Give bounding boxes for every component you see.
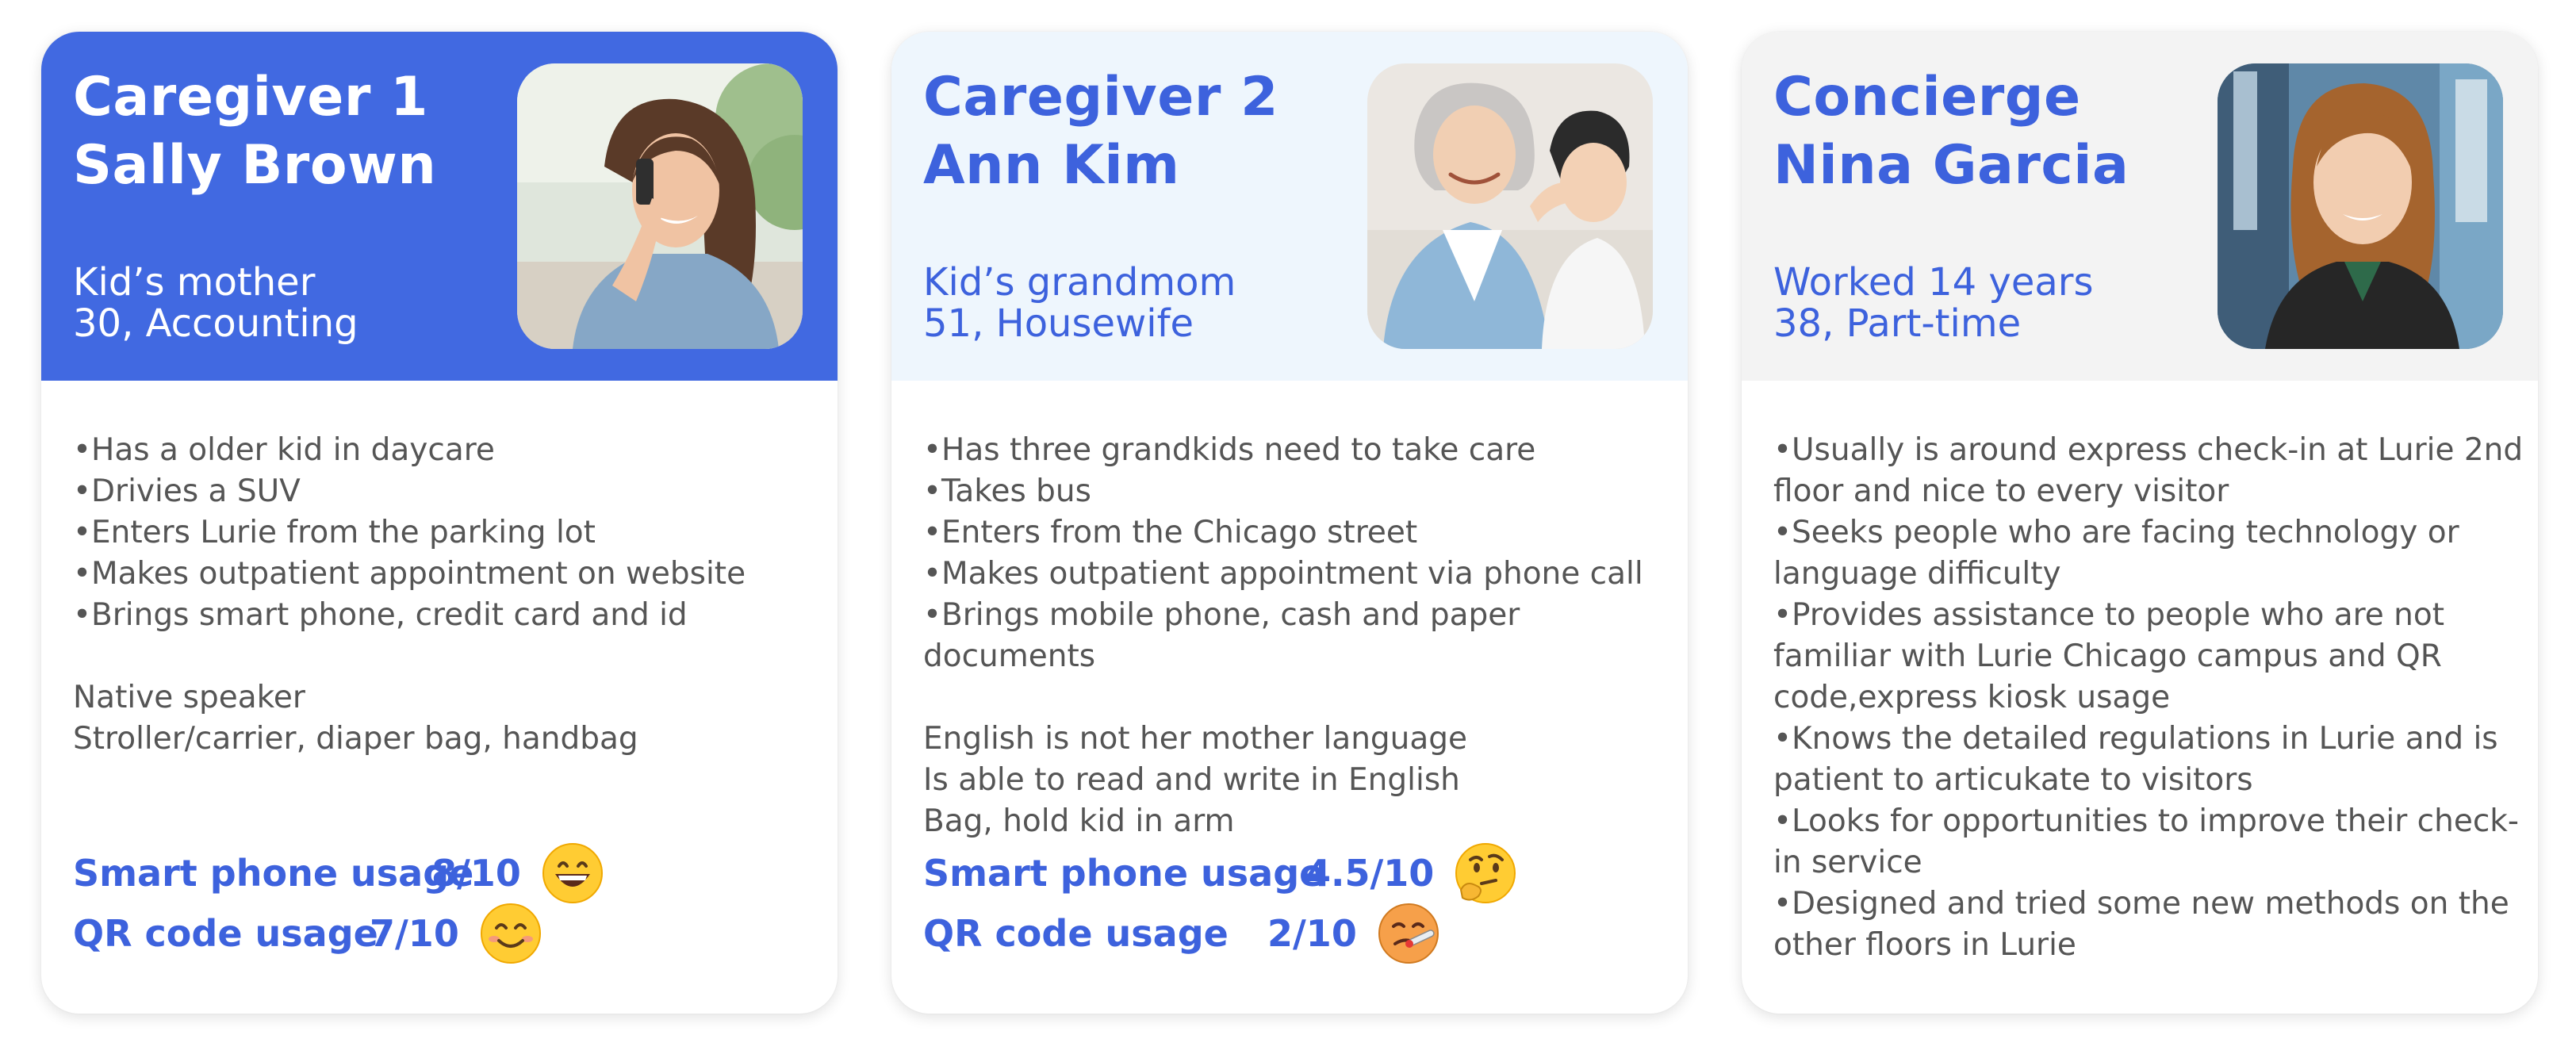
persona-relation: Kid’s grandmom xyxy=(923,260,1236,305)
persona-subtitle: Kid’s grandmom 51, Housewife xyxy=(923,262,1236,344)
persona-description: •Has three grandkids need to take care •… xyxy=(923,430,1653,842)
usage-score: 7/10 xyxy=(370,912,459,955)
usage-label: QR code usage xyxy=(73,912,378,955)
persona-age-occupation: 30, Accounting xyxy=(73,301,358,346)
persona-age-occupation: 38, Part-time xyxy=(1773,301,2022,346)
bullet-item: familiar with Lurie Chicago campus and Q… xyxy=(1773,638,2442,674)
bullet-item: •Enters Lurie from the parking lot xyxy=(73,515,596,550)
bullet-item: •Brings mobile phone, cash and paper xyxy=(923,597,1520,633)
persona-role: Concierge xyxy=(1773,66,2081,128)
persona-card-concierge: Concierge Nina Garcia Worked 14 years 38… xyxy=(1742,32,2538,1014)
usage-label: Smart phone usage xyxy=(923,852,1324,895)
bullet-item: in service xyxy=(1773,845,1922,880)
bullet-item: •Provides assistance to people who are n… xyxy=(1773,597,2445,633)
qr-code-usage-rating: QR code usage 2/10 xyxy=(923,898,1439,969)
persona-age-occupation: 51, Housewife xyxy=(923,301,1194,346)
usage-score: 2/10 xyxy=(1267,912,1357,955)
usage-label: Smart phone usage xyxy=(73,852,474,895)
bullet-item: documents xyxy=(923,638,1096,674)
bullet-item: patient to articukate to visitors xyxy=(1773,762,2253,798)
persona-card-caregiver-1: Caregiver 1 Sally Brown Kid’s mother 30,… xyxy=(41,32,838,1014)
persona-role: Caregiver 1 xyxy=(73,66,428,128)
persona-title: Concierge Nina Garcia xyxy=(1773,63,2129,200)
usage-score: 8/10 xyxy=(431,852,521,895)
bullet-item: •Brings smart phone, credit card and id xyxy=(73,597,688,633)
persona-description: •Usually is around express check-in at L… xyxy=(1773,430,2524,966)
grinning-face-icon xyxy=(542,842,604,904)
persona-card-caregiver-2: Caregiver 2 Ann Kim Kid’s grandmom 51, H… xyxy=(891,32,1688,1014)
bullet-item: •Seeks people who are facing technology … xyxy=(1773,515,2459,550)
bullet-item: •Makes outpatient appointment on website xyxy=(73,556,746,592)
persona-title: Caregiver 1 Sally Brown xyxy=(73,63,436,200)
persona-name: Nina Garcia xyxy=(1773,134,2129,197)
persona-subtitle: Kid’s mother 30, Accounting xyxy=(73,262,358,344)
grandmother-and-child-photo xyxy=(1367,63,1653,349)
bullet-item: •Designed and tried some new methods on … xyxy=(1773,886,2509,922)
note-item: Is able to read and write in English xyxy=(923,762,1460,798)
bullet-item: •Drivies a SUV xyxy=(73,473,301,509)
persona-role: Caregiver 2 xyxy=(923,66,1278,128)
persona-name: Sally Brown xyxy=(73,134,437,197)
persona-subtitle: Worked 14 years 38, Part-time xyxy=(1773,262,2094,344)
bullet-item: •Enters from the Chicago street xyxy=(923,515,1418,550)
bullet-item: •Makes outpatient appointment via phone … xyxy=(923,556,1643,592)
card-header: Caregiver 2 Ann Kim Kid’s grandmom 51, H… xyxy=(891,32,1688,381)
bullet-item: code,express kiosk usage xyxy=(1773,680,2171,715)
qr-code-usage-rating: QR code usage 7/10 xyxy=(73,898,542,969)
usage-label: QR code usage xyxy=(923,912,1229,955)
card-header: Concierge Nina Garcia Worked 14 years 38… xyxy=(1742,32,2538,381)
bullet-item: floor and nice to every visitor xyxy=(1773,473,2229,509)
note-item: Stroller/carrier, diaper bag, handbag xyxy=(73,721,638,757)
woman-on-phone-photo xyxy=(517,63,803,349)
persona-title: Caregiver 2 Ann Kim xyxy=(923,63,1278,200)
businesswoman-portrait-photo xyxy=(2218,63,2503,349)
note-item: English is not her mother language xyxy=(923,721,1468,757)
card-header: Caregiver 1 Sally Brown Kid’s mother 30,… xyxy=(41,32,838,381)
face-with-thermometer-icon xyxy=(1378,903,1439,964)
persona-experience: Worked 14 years xyxy=(1773,260,2094,305)
persona-relation: Kid’s mother xyxy=(73,260,316,305)
smiling-face-icon xyxy=(480,903,542,964)
persona-name: Ann Kim xyxy=(923,134,1180,197)
bullet-item: other floors in Lurie xyxy=(1773,927,2076,963)
note-item: Bag, hold kid in arm xyxy=(923,803,1235,839)
thinking-face-icon xyxy=(1455,842,1516,904)
bullet-item: language difficulty xyxy=(1773,556,2061,592)
bullet-item: •Has three grandkids need to take care xyxy=(923,432,1536,468)
bullet-item: •Has a older kid in daycare xyxy=(73,432,495,468)
persona-description: •Has a older kid in daycare •Drivies a S… xyxy=(73,430,803,760)
bullet-item: •Knows the detailed regulations in Lurie… xyxy=(1773,721,2498,757)
bullet-item: •Usually is around express check-in at L… xyxy=(1773,432,2524,468)
bullet-item: •Takes bus xyxy=(923,473,1091,509)
usage-score: 4.5/10 xyxy=(1305,852,1435,895)
note-item: Native speaker xyxy=(73,680,305,715)
bullet-item: •Looks for opportunities to improve thei… xyxy=(1773,803,2519,839)
